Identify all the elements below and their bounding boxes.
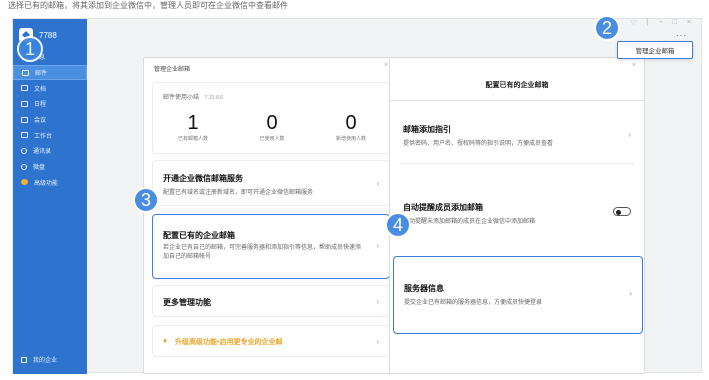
chevron-right-icon: › — [376, 297, 379, 306]
close-icon[interactable]: × — [632, 62, 636, 69]
panel-title: 配置已有的企业邮箱 — [485, 82, 549, 89]
chevron-right-icon: › — [376, 337, 379, 346]
doc-icon — [21, 85, 28, 92]
sidebar-item-advanced[interactable]: 高级功能 — [13, 175, 87, 191]
card-title: 更多管理功能 — [163, 298, 211, 307]
divider — [390, 100, 644, 101]
summary-title: 邮件使用小结 — [163, 95, 200, 101]
sidebar-item-label: 微盘 — [33, 165, 46, 172]
building-icon — [21, 356, 27, 363]
stat-label: 已有邮箱人数 — [177, 136, 208, 142]
top-instruction: 选择已有的邮箱，将其添加到企业微信中，管理人员即可在企业微信中查看邮件 — [0, 0, 709, 14]
auto-remind-item: 自动提醒成员添加邮箱 自动提醒未添加邮箱的成员在企业微信中添加邮箱 — [395, 192, 641, 234]
sidebar-item-contacts[interactable]: 通讯录 — [13, 143, 87, 159]
mailbox-guide-item[interactable]: 邮箱添加指引 提供密码、用户名、授权码等的指引说明，方便成员查看 › — [395, 112, 641, 158]
window-controls: ♡ | − □ × — [630, 19, 691, 27]
item-desc: 提供密码、用户名、授权码等的指引说明，方便成员查看 — [403, 141, 554, 147]
wecom-window: 7788 消息 邮件 文档 日程 — [12, 15, 702, 374]
screenshot: 选择已有的邮箱，将其添加到企业微信中，管理人员即可在企业微信中查看邮件 7788… — [0, 0, 709, 380]
mail-icon — [22, 69, 29, 76]
close-icon[interactable]: × — [384, 62, 388, 69]
sidebar-item-label: 邮件 — [35, 71, 48, 78]
sidebar-item-workbench[interactable]: 工作台 — [13, 127, 87, 143]
step-badge: 1 — [17, 36, 43, 62]
sidebar-item-label: 通讯录 — [33, 149, 52, 156]
step-badge: 2 — [594, 15, 620, 41]
more-management-card[interactable]: 更多管理功能 › — [152, 285, 390, 317]
card-desc: 若企业已有自己的邮箱，可完善服务器和添加指引等信息，帮助成员快速添加自己的邮箱帐… — [163, 245, 362, 260]
manage-mail-panel: 管理企业邮箱 × 邮件使用小结 7.31-8.6 1 已有邮箱人数 0 已使用人… — [143, 57, 397, 374]
meeting-icon — [21, 116, 28, 123]
config-existing-panel: × 配置已有的企业邮箱 邮箱添加指引 提供密码、用户名、授权码等的指引说明，方便… — [389, 57, 645, 374]
stat-label: 新增使用人数 — [335, 136, 366, 142]
card-title: 配置已有的企业邮箱 — [163, 231, 235, 240]
summary-header: 邮件使用小结 7.31-8.6 — [163, 92, 223, 101]
maximize-icon[interactable]: □ — [673, 19, 677, 27]
sidebar-item-label: 会议 — [34, 118, 47, 125]
config-existing-mail-card[interactable]: 配置已有的企业邮箱 若企业已有自己的邮箱，可完善服务器和添加指引等信息，帮助成员… — [152, 214, 390, 279]
chevron-right-icon: › — [376, 241, 379, 250]
sidebar-item-mail[interactable]: 邮件 — [13, 64, 87, 81]
panel-title: 管理企业邮箱 — [154, 67, 191, 73]
org-name: 7788 — [39, 30, 57, 40]
stat-existing: 1 已有邮箱人数 — [153, 113, 233, 142]
contacts-icon — [21, 147, 27, 154]
card-title: 开通企业微信邮箱服务 — [163, 174, 243, 183]
card-title: 升级高级功能•启用更专业的企业邮 — [175, 339, 283, 346]
stat-used: 0 已使用人数 — [232, 113, 312, 142]
chevron-right-icon: › — [629, 289, 632, 298]
upgrade-card[interactable]: ♦ 升级高级功能•启用更专业的企业邮 › — [152, 325, 390, 357]
card-desc: 配置已有域名或注册新域名，即可开通企业微信邮箱服务 — [163, 190, 314, 196]
chevron-right-icon: › — [376, 179, 379, 188]
usage-summary-card: 邮件使用小结 7.31-8.6 1 已有邮箱人数 0 已使用人数 0 新增使用人… — [152, 82, 390, 154]
divider: | — [646, 19, 649, 26]
stat-label: 已使用人数 — [259, 136, 285, 142]
summary-date: 7.31-8.6 — [204, 95, 224, 101]
auto-remind-toggle[interactable] — [613, 207, 631, 216]
star-icon — [21, 179, 28, 186]
stat-value: 0 — [345, 112, 357, 134]
sidebar-item-label: 高级功能 — [34, 180, 59, 187]
upgrade-icon: ♦ — [163, 336, 168, 345]
pin-icon[interactable]: ♡ — [630, 19, 636, 27]
divider — [400, 163, 634, 164]
close-icon[interactable]: × — [687, 19, 691, 27]
item-title: 邮箱添加指引 — [403, 125, 451, 134]
item-title: 服务器信息 — [404, 284, 444, 293]
item-desc: 自动提醒未添加邮箱的成员在企业微信中添加邮箱 — [403, 219, 536, 225]
sidebar-item-drive[interactable]: 微盘 — [13, 159, 87, 175]
sidebar-item-label: 我的企业 — [33, 358, 58, 364]
manage-mail-menu-item[interactable]: 管理企业邮箱 — [617, 41, 693, 59]
server-info-item[interactable]: 服务器信息 提交企业已有邮箱的服务器信息，方便成员快捷登录 › — [393, 256, 643, 334]
item-title: 自动提醒成员添加邮箱 — [403, 203, 483, 212]
main-content: ♡ | − □ × ··· 管理企业邮箱 × 邮件使用小结 7.31-8.6 1 — [87, 19, 701, 374]
stat-new: 0 新增使用人数 — [311, 113, 391, 142]
step-badge: 3 — [133, 187, 159, 213]
sidebar-item-label: 日程 — [34, 102, 47, 109]
sidebar-item-docs[interactable]: 文档 — [13, 80, 87, 96]
calendar-icon — [21, 100, 28, 107]
sidebar-item-label: 工作台 — [34, 133, 53, 140]
sidebar-nav: 消息 邮件 文档 日程 会议 — [13, 49, 87, 190]
top-instruction-text: 选择已有的邮箱，将其添加到企业微信中，管理人员即可在企业微信中查看邮件 — [8, 1, 288, 10]
chevron-right-icon: › — [628, 130, 631, 139]
sidebar-item-my-company[interactable]: 我的企业 — [21, 355, 57, 364]
drive-icon — [21, 163, 27, 170]
step-badge: 4 — [385, 212, 411, 238]
more-menu-button[interactable]: ··· — [676, 31, 687, 40]
item-desc: 提交企业已有邮箱的服务器信息，方便成员快捷登录 — [404, 300, 543, 306]
minimize-icon[interactable]: − — [659, 19, 663, 27]
sidebar-item-label: 文档 — [34, 86, 47, 93]
sidebar: 7788 消息 邮件 文档 日程 — [13, 19, 87, 374]
stat-value: 1 — [187, 112, 199, 134]
workbench-icon — [21, 132, 28, 139]
open-mail-service-card[interactable]: 开通企业微信邮箱服务 配置已有域名或注册新域名，即可开通企业微信邮箱服务 › — [152, 160, 390, 206]
sidebar-item-meetings[interactable]: 会议 — [13, 112, 87, 128]
sidebar-item-calendar[interactable]: 日程 — [13, 96, 87, 112]
stat-value: 0 — [266, 112, 278, 134]
